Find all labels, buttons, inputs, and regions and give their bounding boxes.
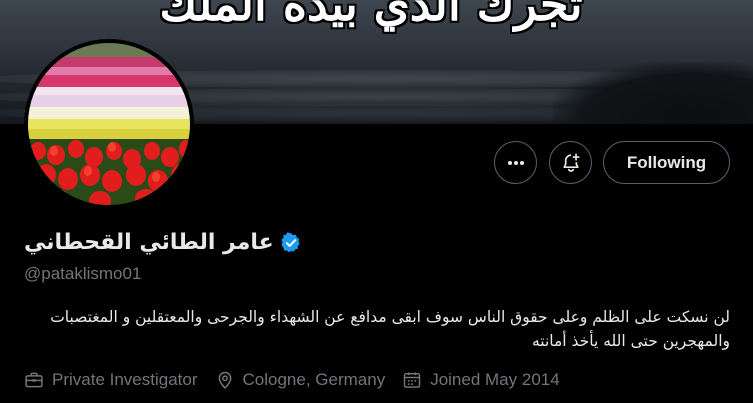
profile-meta: Private Investigator Cologne, Germany Jo… (24, 370, 577, 390)
location-text: Cologne, Germany (242, 370, 386, 389)
notifications-button[interactable] (549, 141, 592, 184)
tulip-field-image (28, 43, 190, 205)
user-handle: @pataklismo01 (24, 264, 142, 283)
profession-text: Private Investigator (52, 370, 198, 389)
avatar[interactable] (24, 39, 194, 209)
profession-item: Private Investigator (24, 370, 198, 390)
profile-bio: لن نسكت على الظلم وعلى حقوق الناس سوف اب… (50, 308, 730, 350)
following-button[interactable]: Following (603, 141, 730, 184)
display-name: عامر الطائي القحطاني (24, 230, 274, 255)
briefcase-icon (25, 372, 43, 388)
joined-item: Joined May 2014 (402, 370, 560, 390)
location-pin-icon (218, 371, 231, 389)
joined-text: Joined May 2014 (430, 370, 560, 389)
location-item: Cologne, Germany (215, 370, 386, 390)
name-row: عامر الطائي القحطاني (24, 230, 302, 255)
notification-bell-icon (562, 152, 580, 172)
banner-shore (553, 62, 753, 124)
more-icon (507, 160, 524, 165)
banner-overlay-text: تجرك الذي بيده الملك (159, 0, 583, 31)
verified-badge-icon[interactable] (280, 231, 302, 254)
more-options-button[interactable] (494, 141, 537, 184)
calendar-icon (403, 372, 421, 388)
